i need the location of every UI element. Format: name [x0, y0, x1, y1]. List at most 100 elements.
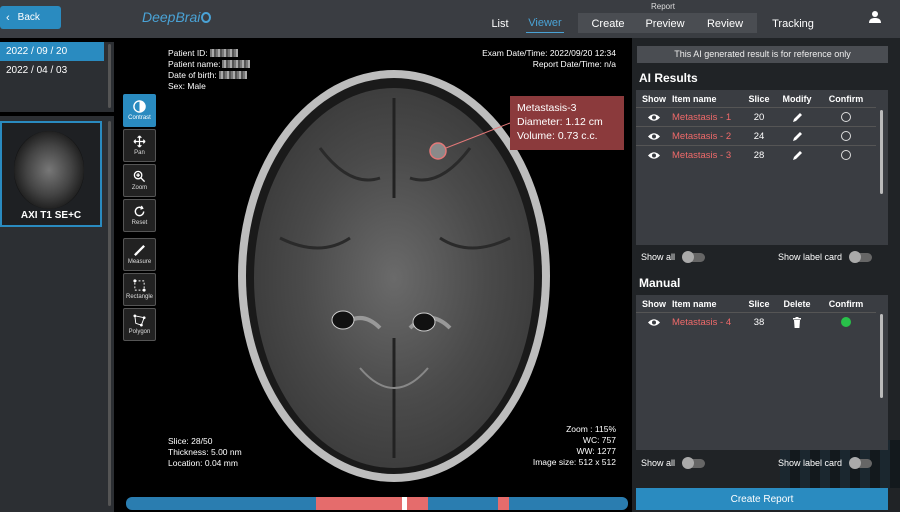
window-center: WC: 757: [582, 435, 616, 445]
tool-label: Contrast: [128, 115, 151, 121]
rectangle-icon: [133, 279, 146, 292]
column-header: Slice: [748, 93, 770, 104]
exam-info: Exam Date/Time: 2022/09/20 12:34 Report …: [482, 48, 616, 70]
toggle-label: Show all: [641, 458, 676, 468]
confirm-radio[interactable]: [841, 112, 851, 122]
column-header: Delete: [783, 298, 811, 309]
column-header: Show: [642, 93, 666, 104]
tab-create[interactable]: Create: [590, 14, 626, 33]
tool-palette: Contrast Pan Zoom Reset Measure Rectangl…: [123, 94, 157, 352]
ai-show-label-card[interactable]: Show label card: [778, 250, 873, 263]
trash-icon[interactable]: [792, 316, 802, 328]
tool-label: Rectangle: [125, 294, 154, 300]
table-row[interactable]: Metastasis - 1 20: [636, 107, 876, 126]
redacted-text: [209, 49, 238, 57]
show-label-card-toggle[interactable]: [849, 456, 873, 469]
polygon-tool-button[interactable]: Polygon: [123, 308, 156, 341]
lesion-range-marker: [498, 497, 509, 510]
series-thumbnail[interactable]: AXI T1 SE+C: [0, 121, 102, 227]
eye-icon[interactable]: [647, 318, 661, 327]
manual-show-label-card[interactable]: Show label card: [778, 456, 873, 469]
confirm-radio[interactable]: [841, 150, 851, 160]
series-scrollbar[interactable]: [108, 121, 111, 506]
study-date-item[interactable]: 2022 / 09 / 20: [0, 42, 104, 61]
toggle-label: Show label card: [778, 252, 843, 262]
slice-slider[interactable]: [126, 497, 628, 510]
manual-title: Manual: [639, 276, 681, 290]
tab-preview[interactable]: Preview: [643, 14, 687, 33]
pencil-icon[interactable]: [792, 112, 803, 123]
eye-icon[interactable]: [647, 132, 661, 141]
tab-review[interactable]: Review: [705, 14, 745, 33]
back-button[interactable]: ‹ Back: [0, 6, 61, 29]
ai-show-all[interactable]: Show all: [641, 250, 706, 263]
lesion-range-marker: [316, 497, 428, 510]
zoom-tool-button[interactable]: Zoom: [123, 164, 156, 197]
show-label-card-toggle[interactable]: [849, 250, 873, 263]
measure-tool-button[interactable]: Measure: [123, 238, 156, 271]
exam-datetime: Exam Date/Time: 2022/09/20 12:34: [482, 48, 616, 58]
column-header: Modify: [782, 93, 812, 104]
contrast-icon: [133, 100, 146, 113]
ai-results-title: AI Results: [639, 71, 698, 85]
slice-thickness: Thickness: 5.00 nm: [168, 447, 242, 457]
top-bar: [0, 0, 900, 38]
series-thumbnail-image: [14, 131, 84, 209]
date-list-scrollbar[interactable]: [108, 44, 111, 108]
app-logo: DeepBrai: [142, 9, 212, 25]
study-date-list: 2022 / 09 / 20 2022 / 04 / 03: [0, 42, 114, 112]
item-slice: 20: [753, 111, 765, 123]
manual-show-all[interactable]: Show all: [641, 456, 706, 469]
pan-tool-button[interactable]: Pan: [123, 129, 156, 162]
pencil-icon[interactable]: [792, 150, 803, 161]
tab-tracking[interactable]: Tracking: [770, 14, 816, 33]
item-slice: 24: [753, 130, 765, 142]
tool-label: Reset: [131, 220, 148, 226]
rectangle-tool-button[interactable]: Rectangle: [123, 273, 156, 306]
lesion-volume: Volume: 0.73 c.c.: [517, 130, 598, 142]
patient-name-label: Patient name:: [168, 59, 221, 69]
ai-disclaimer: This AI generated result is for referenc…: [637, 46, 888, 63]
confirm-radio[interactable]: [841, 131, 851, 141]
pan-icon: [133, 135, 146, 148]
dob-label: Date of birth:: [168, 70, 217, 80]
table-row[interactable]: Metastasis - 2 24: [636, 126, 876, 145]
column-header: Confirm: [828, 298, 864, 309]
display-info: Zoom : 115% WC: 757 WW: 1277 Image size:…: [533, 424, 616, 468]
table-header: Show Item name Slice Delete Confirm: [636, 295, 888, 312]
toggle-label: Show label card: [778, 458, 843, 468]
chevron-left-icon: ‹: [6, 11, 10, 24]
show-all-toggle[interactable]: [682, 456, 706, 469]
patient-id-label: Patient ID:: [168, 48, 208, 58]
back-label: Back: [17, 12, 40, 23]
slice-slider-handle[interactable]: [402, 497, 407, 510]
confirm-radio-checked[interactable]: [841, 317, 851, 327]
ruler-icon: [134, 245, 145, 256]
create-report-button[interactable]: Create Report: [636, 488, 888, 510]
show-all-toggle[interactable]: [682, 250, 706, 263]
pencil-icon[interactable]: [792, 131, 803, 142]
lesion-label-card[interactable]: Metastasis-3 Diameter: 1.12 cm Volume: 0…: [510, 96, 624, 150]
manual-scrollbar[interactable]: [880, 314, 883, 398]
column-header: Item name: [672, 298, 717, 309]
tab-list[interactable]: List: [489, 14, 511, 33]
sex-label: Sex: Male: [168, 81, 206, 91]
patient-info: Patient ID: Patient name: Date of birth:…: [168, 48, 251, 92]
eye-icon[interactable]: [647, 151, 661, 160]
column-header: Slice: [748, 298, 770, 309]
manual-table: Show Item name Slice Delete Confirm Meta…: [636, 295, 888, 450]
table-row[interactable]: Metastasis - 4 38: [636, 312, 876, 331]
table-row[interactable]: Metastasis - 3 28: [636, 145, 876, 164]
user-icon[interactable]: [868, 10, 882, 24]
reset-tool-button[interactable]: Reset: [123, 199, 156, 232]
study-date-item[interactable]: 2022 / 04 / 03: [0, 61, 104, 80]
toggle-label: Show all: [641, 252, 676, 262]
eye-icon[interactable]: [647, 113, 661, 122]
redacted-text: [218, 71, 247, 79]
ai-results-scrollbar[interactable]: [880, 110, 883, 194]
contrast-tool-button[interactable]: Contrast: [123, 94, 156, 127]
slice-location: Location: 0.04 mm: [168, 458, 238, 468]
item-name: Metastasis - 3: [672, 149, 732, 161]
item-slice: 38: [753, 316, 765, 328]
tab-viewer[interactable]: Viewer: [526, 14, 564, 33]
